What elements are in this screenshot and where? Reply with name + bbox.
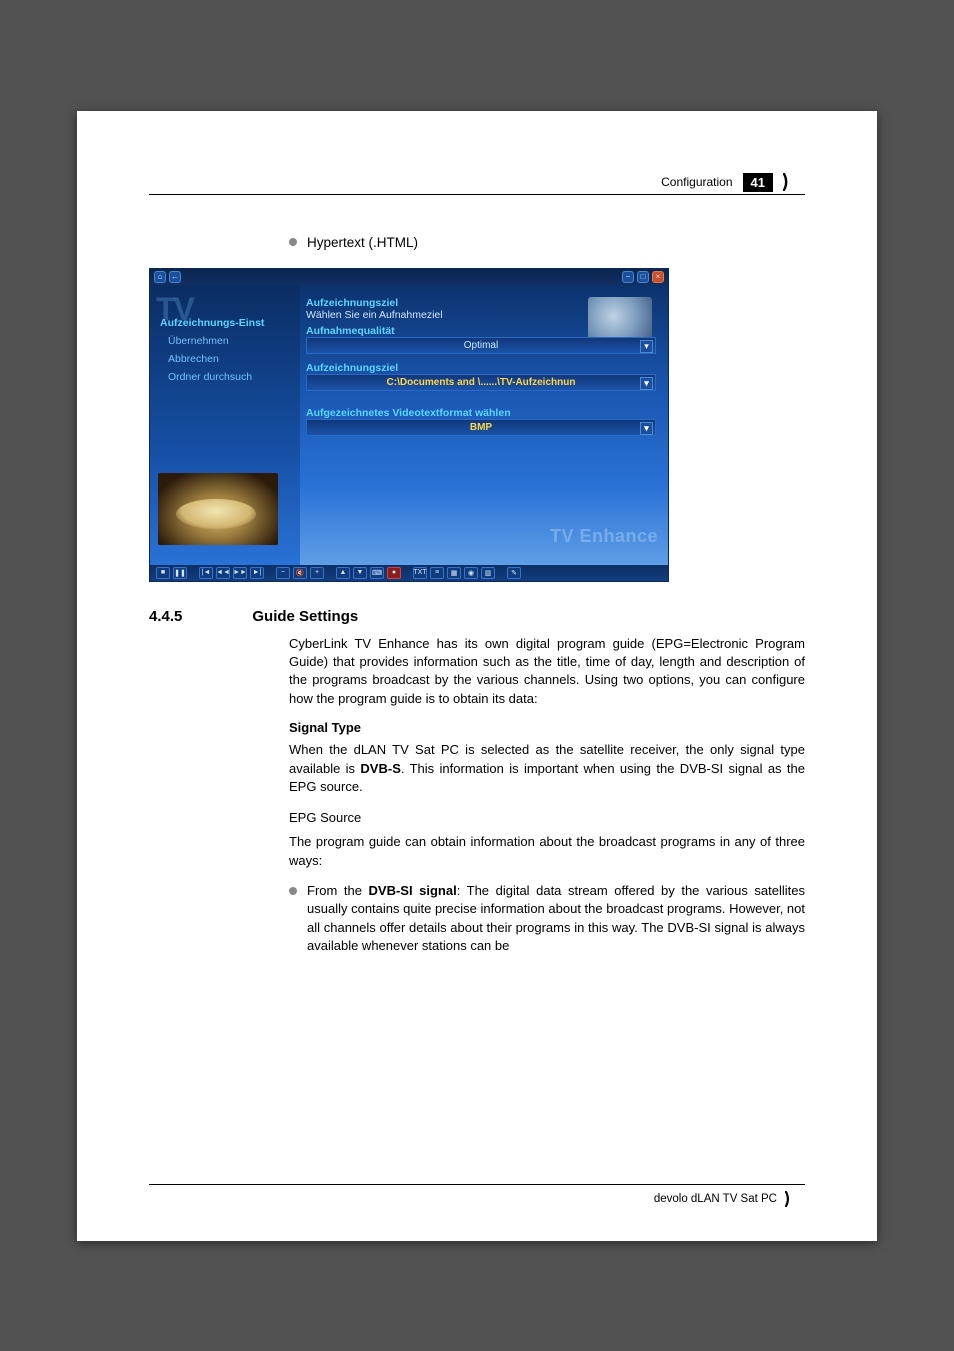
chevron-down-icon: ▾ bbox=[640, 422, 653, 435]
back-icon: ← bbox=[169, 271, 181, 283]
label-teletext: Aufgezeichnetes Videotextformat wählen bbox=[306, 407, 656, 419]
minimize-icon: − bbox=[622, 271, 634, 283]
watermark-text: TV bbox=[156, 291, 193, 328]
signal-type-bold: DVB-S bbox=[360, 761, 400, 776]
section-heading: 4.4.5 Guide Settings bbox=[149, 608, 805, 625]
down-icon: ▼ bbox=[353, 567, 367, 579]
page-header: Configuration 41 bbox=[149, 171, 805, 195]
skip-back-icon: |◄ bbox=[199, 567, 213, 579]
txt-icon: TXT bbox=[413, 567, 427, 579]
bullet-prefix: From the bbox=[307, 883, 369, 898]
label-path: Aufzeichnungsziel bbox=[306, 362, 656, 374]
home-icon: ⌂ bbox=[154, 271, 166, 283]
epg-source-intro: The program guide can obtain information… bbox=[289, 833, 805, 870]
bullet-text: From the DVB-SI signal: The digital data… bbox=[307, 882, 805, 956]
signal-type-paragraph: When the dLAN TV Sat PC is selected as t… bbox=[289, 741, 805, 796]
screenshot-body: TV Aufzeichnungs-Einst Übernehmen Abbrec… bbox=[150, 285, 668, 565]
footer-product: devolo dLAN TV Sat PC bbox=[654, 1193, 777, 1205]
plus-icon: + bbox=[310, 567, 324, 579]
footer-rule bbox=[149, 1184, 805, 1185]
forward-icon: ►► bbox=[233, 567, 247, 579]
top-bullet-text: Hypertext (.HTML) bbox=[307, 235, 418, 250]
epg-source-heading: EPG Source bbox=[289, 809, 805, 827]
select-teletext: BMP ▾ bbox=[306, 419, 656, 436]
brand-watermark: TV Enhance bbox=[550, 526, 658, 547]
capture-icon: ◉ bbox=[464, 567, 478, 579]
screenshot-sidebar: TV Aufzeichnungs-Einst Übernehmen Abbrec… bbox=[150, 285, 300, 565]
maximize-icon: □ bbox=[637, 271, 649, 283]
grid-icon: ▦ bbox=[447, 567, 461, 579]
bullet-dot-icon bbox=[289, 887, 297, 895]
chevron-down-icon: ▾ bbox=[640, 340, 653, 353]
bullet-bold: DVB-SI signal bbox=[369, 883, 457, 898]
embedded-screenshot: ⌂ ← − □ × TV Aufzeichnungs-Einst Überneh… bbox=[149, 268, 669, 582]
pip-preview bbox=[158, 473, 278, 545]
screenshot-toolbar: ■ ❚❚ |◄ ◄◄ ►► ►| − 🔇 + ▲ ▼ ⌨ ● TXT ≡ ▦ ◉… bbox=[150, 565, 668, 581]
sidebar-item-cancel: Abbrechen bbox=[168, 353, 292, 365]
section-intro: CyberLink TV Enhance has its own digital… bbox=[289, 635, 805, 709]
sidebar-item-browse: Ordner durchsuch bbox=[168, 371, 292, 383]
top-bullet: Hypertext (.HTML) bbox=[289, 235, 805, 250]
skip-fwd-icon: ►| bbox=[250, 567, 264, 579]
close-icon: × bbox=[652, 271, 664, 283]
list-icon: ≡ bbox=[430, 567, 444, 579]
screenshot-content: Aufzeichnungsziel Wählen Sie ein Aufnahm… bbox=[300, 285, 668, 565]
verticals-icon: ▥ bbox=[481, 567, 495, 579]
footer-arc-icon bbox=[785, 1191, 805, 1207]
bullet-dot-icon bbox=[289, 238, 297, 246]
page-footer: devolo dLAN TV Sat PC bbox=[654, 1191, 805, 1207]
document-page: Configuration 41 Hypertext (.HTML) ⌂ ← −… bbox=[77, 111, 877, 1241]
mute-icon: 🔇 bbox=[293, 567, 307, 579]
chevron-down-icon: ▾ bbox=[640, 377, 653, 390]
select-quality-value: Optimal bbox=[464, 340, 498, 351]
stop-icon: ■ bbox=[156, 567, 170, 579]
section-number: 4.4.5 bbox=[149, 608, 182, 625]
keyboard-icon: ⌨ bbox=[370, 567, 384, 579]
record-icon: ● bbox=[387, 567, 401, 579]
select-path-value: C:\Documents and \......\TV-Aufzeichnun bbox=[387, 377, 576, 388]
rewind-icon: ◄◄ bbox=[216, 567, 230, 579]
signal-type-heading: Signal Type bbox=[289, 720, 805, 735]
screenshot-titlebar: ⌂ ← − □ × bbox=[150, 269, 668, 285]
select-path: C:\Documents and \......\TV-Aufzeichnun … bbox=[306, 374, 656, 391]
sidebar-item-apply: Übernehmen bbox=[168, 335, 292, 347]
minus-icon: − bbox=[276, 567, 290, 579]
header-page-number: 41 bbox=[743, 173, 773, 192]
header-arc-icon bbox=[783, 173, 805, 191]
header-section-name: Configuration bbox=[661, 175, 732, 189]
select-teletext-value: BMP bbox=[470, 422, 492, 433]
settings-icon: ✎ bbox=[507, 567, 521, 579]
section-title: Guide Settings bbox=[252, 608, 358, 625]
select-quality: Optimal ▾ bbox=[306, 337, 656, 354]
up-icon: ▲ bbox=[336, 567, 350, 579]
epg-source-bullet: From the DVB-SI signal: The digital data… bbox=[289, 882, 805, 956]
pause-icon: ❚❚ bbox=[173, 567, 187, 579]
